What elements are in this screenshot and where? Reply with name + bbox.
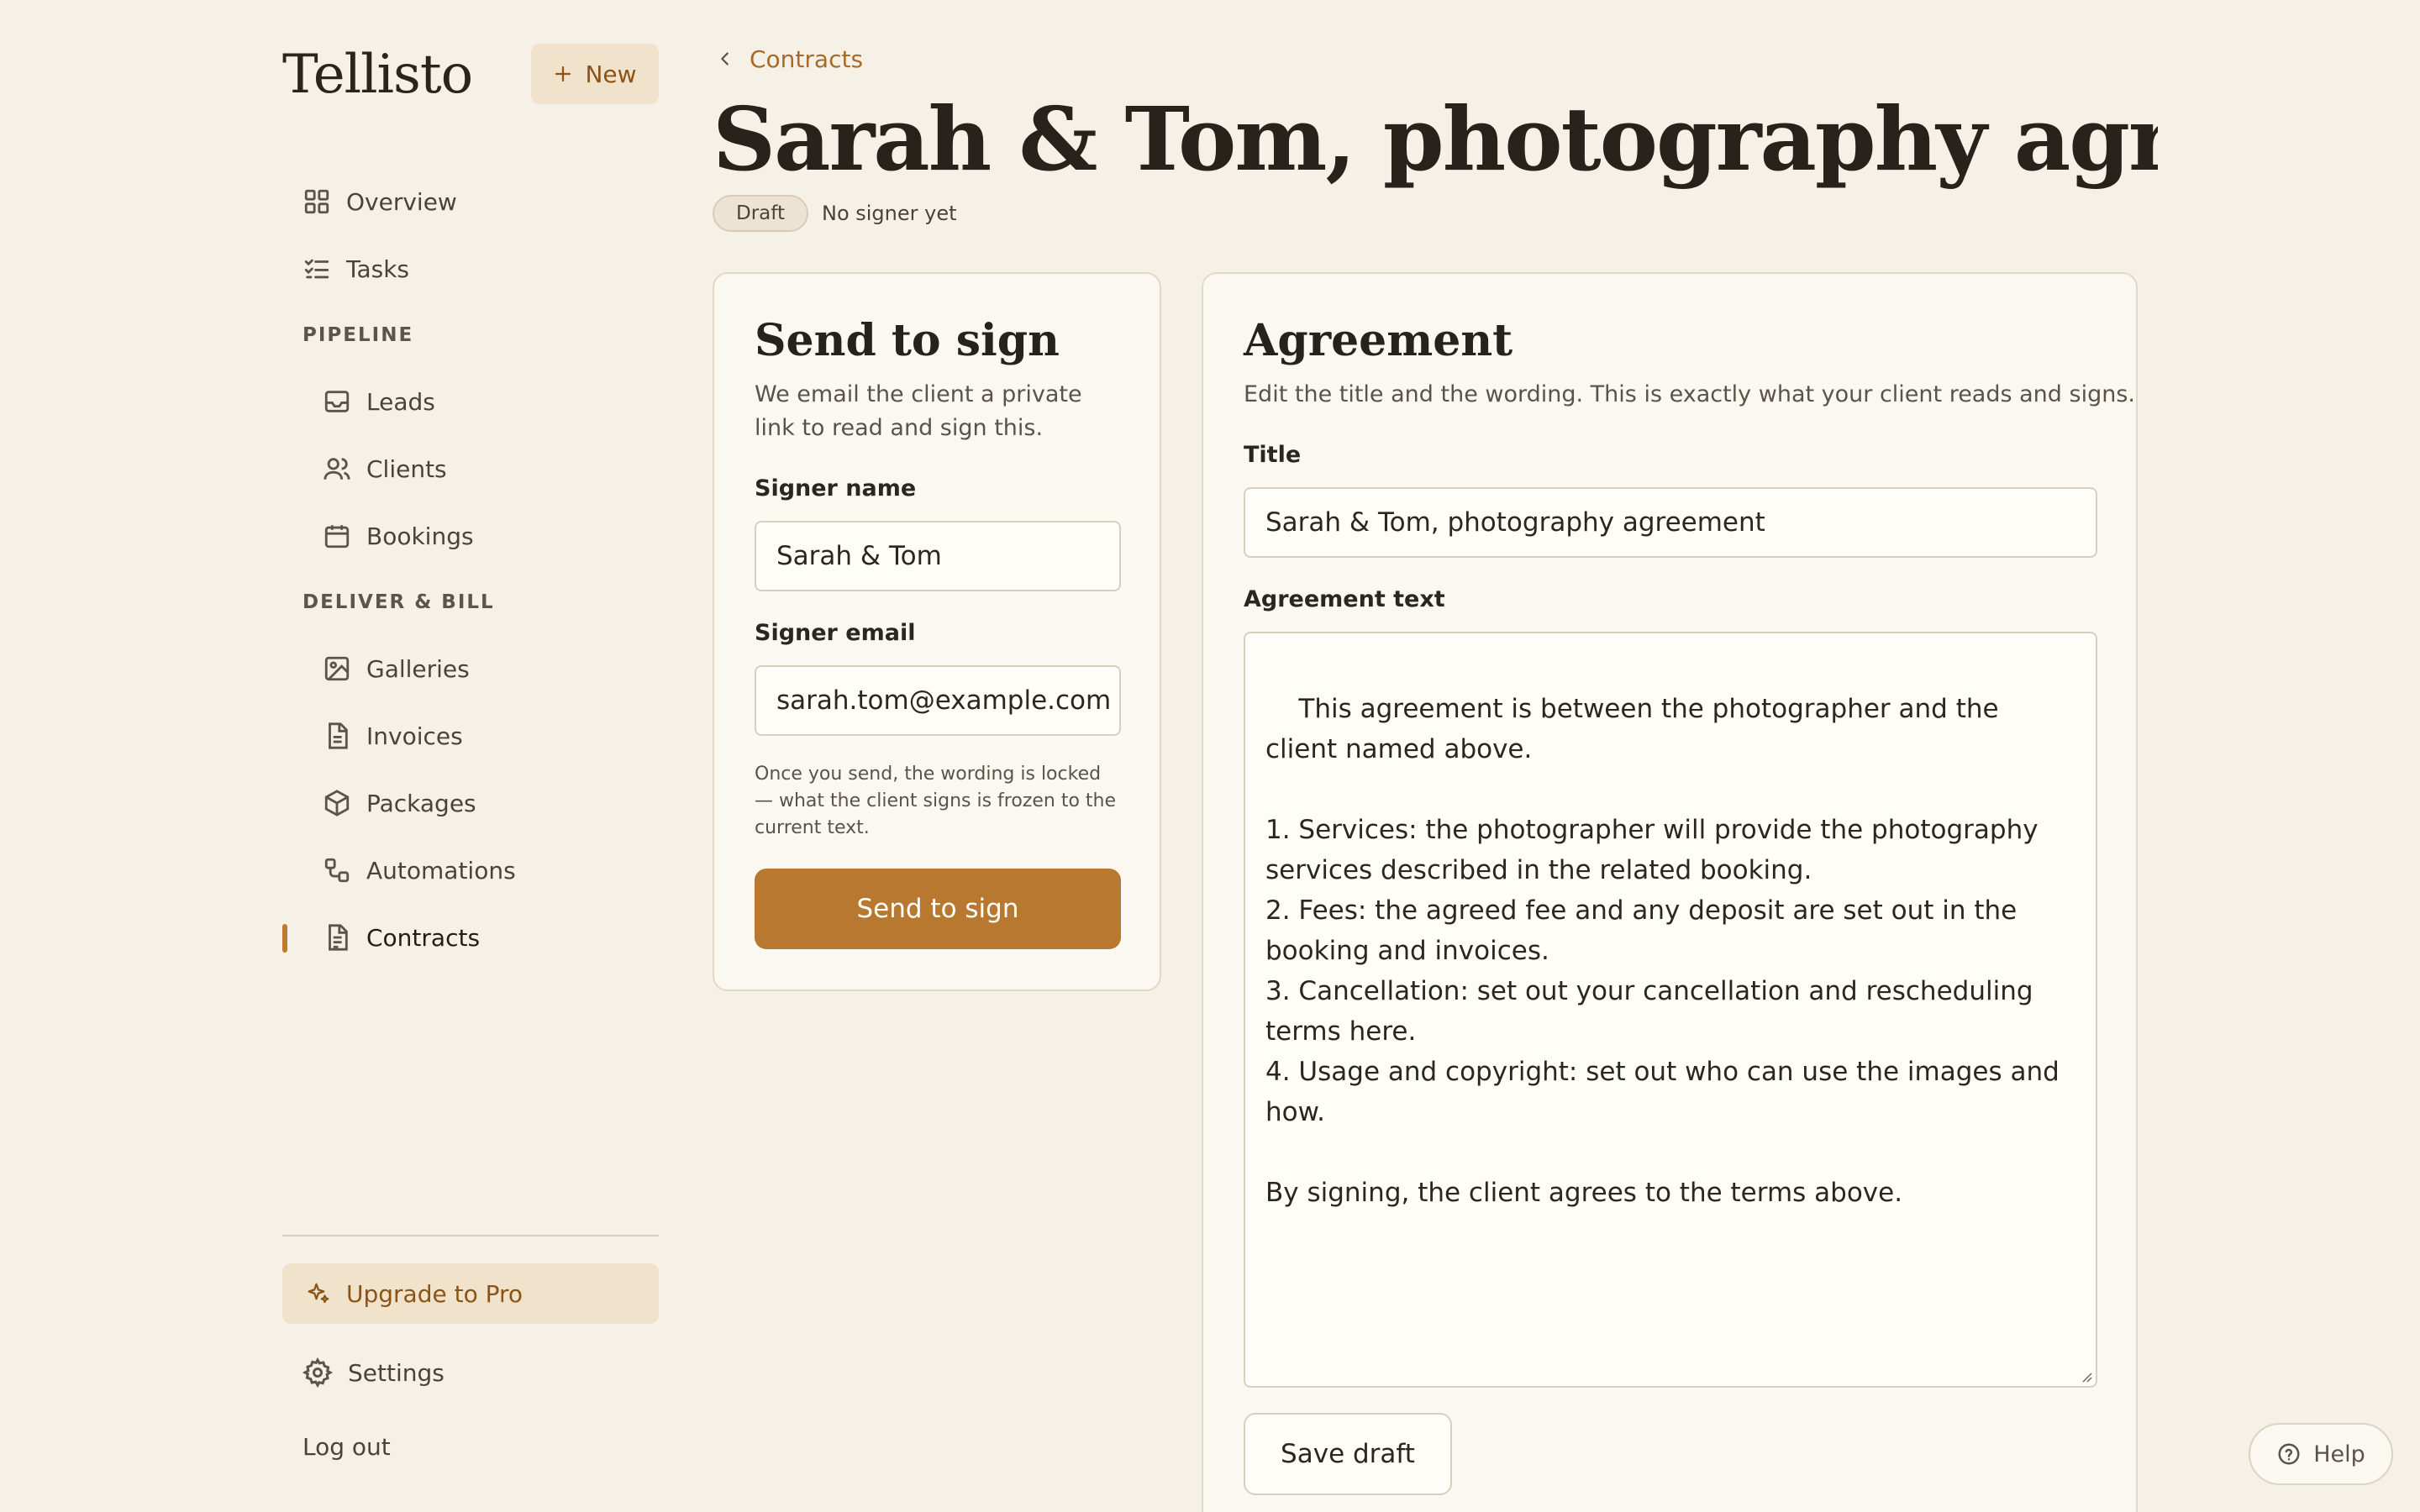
page-title: Sarah & Tom, photography agreem… (713, 87, 2158, 191)
box-icon (324, 790, 350, 816)
brand-row: Tellisto New (282, 42, 659, 106)
title-label: Title (1244, 442, 1302, 468)
breadcrumb-contracts[interactable]: Contracts (750, 45, 863, 73)
workflow-icon (324, 858, 350, 883)
main-nav: Overview Tasks PIPELINE Leads Clients Bo… (282, 168, 659, 971)
section-label-deliver: DELIVER & BILL (302, 591, 495, 613)
nav-item-contracts[interactable]: Contracts (282, 904, 659, 971)
nav-item-automations[interactable]: Automations (282, 837, 659, 904)
nav-label: Leads (366, 387, 435, 416)
file-icon (329, 722, 348, 749)
agreement-text-label: Agreement text (1244, 586, 1445, 612)
logout-link[interactable]: Log out (282, 1410, 659, 1483)
lock-note: Once you send, the wording is locked — w… (755, 764, 1117, 838)
settings-link[interactable]: Settings (282, 1336, 659, 1410)
calendar-icon (324, 525, 350, 549)
signer-status: No signer yet (821, 202, 957, 225)
title-input[interactable]: Sarah & Tom, photography agreement (1244, 487, 2097, 558)
nav-item-invoices[interactable]: Invoices (282, 702, 659, 769)
nav-item-overview[interactable]: Overview (282, 168, 659, 235)
agreement-card: Agreement Edit the title and the wording… (1202, 272, 2138, 1512)
nav-label: Clients (366, 454, 447, 483)
plus-icon (555, 66, 571, 82)
settings-label: Settings (348, 1358, 445, 1387)
agreement-text-input[interactable]: This agreement is between the photograph… (1244, 632, 2097, 1388)
upgrade-label: Upgrade to Pro (346, 1279, 523, 1308)
upgrade-button[interactable]: Upgrade to Pro (282, 1263, 659, 1324)
status-badge: Draft (713, 195, 808, 232)
nav-label: Automations (366, 856, 516, 885)
image-icon (324, 656, 350, 681)
help-label: Help (2313, 1441, 2365, 1467)
help-button[interactable]: Help (2249, 1423, 2393, 1485)
nav-item-clients[interactable]: Clients (282, 435, 659, 502)
send-card-title: Send to sign (755, 315, 1060, 366)
save-draft-button[interactable]: Save draft (1244, 1413, 1452, 1495)
inbox-icon (324, 391, 350, 412)
gear-icon (302, 1357, 333, 1388)
nav-label: Bookings (366, 522, 474, 550)
logout-label: Log out (302, 1432, 391, 1461)
users-icon (324, 458, 350, 480)
nav-label: Packages (366, 789, 476, 817)
nav-item-tasks[interactable]: Tasks (282, 235, 659, 302)
grid-icon (304, 189, 329, 214)
document-icon (329, 924, 348, 951)
signer-name-label: Signer name (755, 475, 917, 501)
chevron-left-icon (721, 52, 729, 66)
agreement-card-description: Edit the title and the wording. This is … (1244, 381, 2135, 407)
nav-label: Tasks (346, 255, 410, 283)
new-button[interactable]: New (531, 44, 659, 104)
nav-item-bookings[interactable]: Bookings (282, 502, 659, 570)
nav-item-packages[interactable]: Packages (282, 769, 659, 837)
sidebar-divider (282, 1235, 659, 1236)
nav-item-leads[interactable]: Leads (282, 368, 659, 435)
new-button-label: New (585, 60, 637, 88)
question-icon (2278, 1443, 2300, 1465)
brand-logo[interactable]: Tellisto (282, 44, 473, 106)
nav-label: Galleries (366, 654, 470, 683)
signer-email-label: Signer email (755, 620, 916, 646)
checklist-icon (304, 259, 329, 279)
section-label-pipeline: PIPELINE (302, 324, 414, 346)
send-card-description: We email the client a private link to re… (755, 381, 1082, 441)
status-row: Draft No signer yet (713, 195, 957, 232)
signer-name-input[interactable]: Sarah & Tom (755, 521, 1121, 591)
send-to-sign-button[interactable]: Send to sign (755, 869, 1121, 949)
breadcrumb[interactable]: Contracts (716, 42, 863, 76)
nav-label: Overview (346, 187, 457, 216)
sidebar: Tellisto New Overview Tasks PIPELINE Lea… (282, 42, 659, 1495)
nav-item-galleries[interactable]: Galleries (282, 635, 659, 702)
nav-label: Contracts (366, 923, 481, 952)
sidebar-footer: Upgrade to Pro Settings Log out (282, 1235, 659, 1483)
agreement-card-title: Agreement (1244, 315, 1513, 366)
resize-handle-icon[interactable] (2079, 1369, 2092, 1383)
send-to-sign-card: Send to sign We email the client a priva… (713, 272, 1161, 991)
agreement-text-content: This agreement is between the photograph… (1265, 694, 2060, 1208)
sparkle-icon (308, 1283, 329, 1304)
nav-label: Invoices (366, 722, 463, 750)
signer-email-input[interactable]: sarah.tom@example.com (755, 665, 1121, 736)
